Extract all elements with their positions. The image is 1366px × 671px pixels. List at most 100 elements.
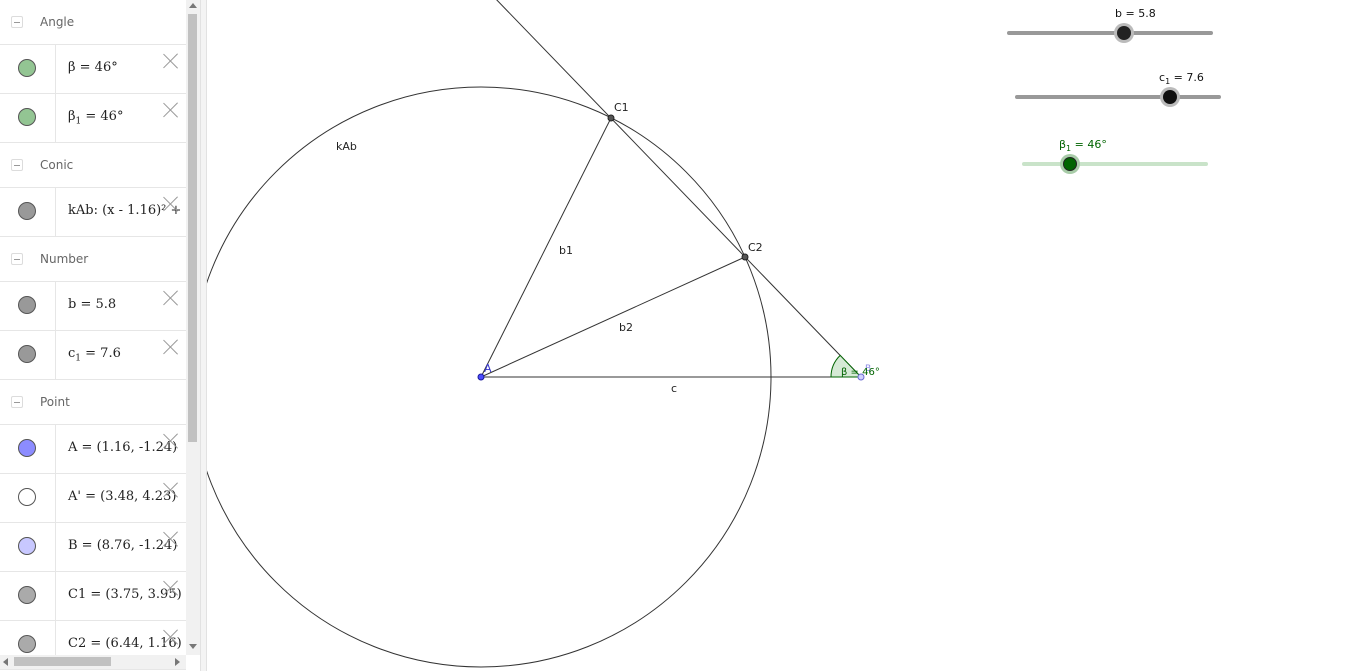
marble-cell (0, 331, 56, 379)
group-label: Number (40, 252, 89, 266)
visibility-toggle[interactable] (18, 586, 36, 604)
delete-icon[interactable] (163, 433, 179, 449)
horizontal-scroll-thumb[interactable] (14, 657, 111, 666)
collapse-icon[interactable] (11, 253, 23, 265)
label-c: c (671, 382, 677, 395)
slider-beta1-track[interactable] (1022, 162, 1208, 166)
group-label: Angle (40, 15, 75, 29)
algebra-definition[interactable]: β = 46° (68, 60, 118, 75)
group-header-conic[interactable]: Conic (0, 143, 186, 188)
slider-c1-label: c1 = 7.6 (1159, 71, 1204, 86)
algebra-definition[interactable]: β1 = 46° (68, 109, 123, 127)
definition-main: β (68, 109, 76, 124)
collapse-icon[interactable] (11, 159, 23, 171)
algebra-item-C1[interactable]: C1 = (3.75, 3.95) (0, 572, 186, 621)
segment-b2[interactable] (480, 256, 746, 378)
marble-cell (0, 572, 56, 620)
algebra-view: Angle β = 46° β1 = 46° Conic kAb: (x - 1 (0, 0, 200, 671)
delete-icon[interactable] (163, 629, 179, 645)
point-C2[interactable] (741, 253, 749, 261)
scroll-left-icon[interactable] (3, 658, 8, 666)
marble-cell (0, 282, 56, 330)
delete-icon[interactable] (163, 196, 179, 212)
slider-label-main: β (1059, 138, 1067, 151)
slider-c1-track[interactable] (1015, 95, 1221, 99)
algebra-item-A-prime[interactable]: A' = (3.48, 4.23) (0, 474, 186, 523)
delete-icon[interactable] (163, 482, 179, 498)
algebra-item-kAb[interactable]: kAb: (x - 1.16)² + ( (0, 188, 186, 237)
vertical-scroll-thumb[interactable] (188, 14, 197, 442)
view-divider[interactable] (200, 0, 207, 671)
delete-icon[interactable] (163, 290, 179, 306)
graphics-view[interactable]: kAb C1 C2 b1 b2 c A B β = 46° b = 5.8 c1… (207, 0, 1366, 671)
algebra-item-b[interactable]: b = 5.8 (0, 282, 186, 331)
visibility-toggle[interactable] (18, 108, 36, 126)
delete-icon[interactable] (163, 339, 179, 355)
slider-label-rest: = 5.8 (1121, 7, 1156, 20)
algebra-definition[interactable]: A = (1.16, -1.24) (68, 440, 177, 455)
visibility-toggle[interactable] (18, 488, 36, 506)
algebra-item-beta[interactable]: β = 46° (0, 45, 186, 94)
group-label: Point (40, 395, 70, 409)
label-C1: C1 (614, 101, 629, 114)
label-kAb: kAb (336, 140, 357, 153)
visibility-toggle[interactable] (18, 537, 36, 555)
algebra-item-beta1[interactable]: β1 = 46° (0, 94, 186, 143)
algebra-definition[interactable]: B = (8.76, -1.24) (68, 538, 177, 553)
group-header-angle[interactable]: Angle (0, 0, 186, 45)
algebra-list: Angle β = 46° β1 = 46° Conic kAb: (x - 1 (0, 0, 186, 670)
visibility-toggle[interactable] (18, 59, 36, 77)
slider-b-label: b = 5.8 (1115, 7, 1156, 20)
algebra-item-B[interactable]: B = (8.76, -1.24) (0, 523, 186, 572)
slider-beta1-handle[interactable] (1063, 157, 1078, 171)
visibility-toggle[interactable] (18, 635, 36, 653)
vertical-scrollbar[interactable] (186, 0, 200, 655)
slider-b-handle[interactable] (1117, 26, 1132, 40)
algebra-item-c1[interactable]: c1 = 7.6 (0, 331, 186, 380)
visibility-toggle[interactable] (18, 202, 36, 220)
slider-b-track[interactable] (1007, 31, 1213, 35)
segment-b1[interactable] (480, 117, 612, 378)
slider-label-main: b (1115, 7, 1122, 20)
delete-icon[interactable] (163, 531, 179, 547)
slider-label-rest: = 46° (1071, 138, 1107, 151)
algebra-definition[interactable]: c1 = 7.6 (68, 346, 121, 364)
scroll-up-icon[interactable] (189, 3, 197, 8)
group-header-number[interactable]: Number (0, 237, 186, 282)
slider-b[interactable]: b = 5.8 (1007, 6, 1213, 42)
collapse-icon[interactable] (11, 16, 23, 28)
collapse-icon[interactable] (11, 396, 23, 408)
scroll-down-icon[interactable] (189, 644, 197, 649)
visibility-toggle[interactable] (18, 345, 36, 363)
slider-beta1[interactable]: β1 = 46° (1022, 137, 1208, 173)
algebra-item-A[interactable]: A = (1.16, -1.24) (0, 425, 186, 474)
marble-cell (0, 188, 56, 236)
marble-cell (0, 474, 56, 522)
slider-label-rest: = 7.6 (1170, 71, 1204, 84)
marble-cell (0, 523, 56, 571)
delete-icon[interactable] (163, 53, 179, 69)
slider-beta1-label: β1 = 46° (1059, 138, 1107, 153)
visibility-toggle[interactable] (18, 296, 36, 314)
horizontal-scrollbar[interactable] (0, 655, 186, 669)
delete-icon[interactable] (163, 102, 179, 118)
algebra-definition[interactable]: A' = (3.48, 4.23) (68, 489, 176, 504)
label-A: A (484, 362, 492, 375)
delete-icon[interactable] (163, 580, 179, 596)
label-C2: C2 (748, 241, 763, 254)
label-b2: b2 (619, 321, 633, 334)
algebra-definition[interactable]: b = 5.8 (68, 297, 116, 312)
line-BC[interactable] (492, 0, 862, 378)
scroll-right-icon[interactable] (175, 658, 180, 666)
group-label: Conic (40, 158, 74, 172)
label-b1: b1 (559, 244, 573, 257)
slider-c1[interactable]: c1 = 7.6 (1015, 70, 1221, 106)
group-header-point[interactable]: Point (0, 380, 186, 425)
visibility-toggle[interactable] (18, 439, 36, 457)
slider-c1-handle[interactable] (1162, 90, 1177, 104)
definition-rest: = 7.6 (81, 346, 121, 361)
definition-rest: = 46° (81, 109, 124, 124)
label-beta: β = 46° (841, 367, 880, 378)
point-C1[interactable] (607, 114, 615, 122)
marble-cell (0, 94, 56, 142)
